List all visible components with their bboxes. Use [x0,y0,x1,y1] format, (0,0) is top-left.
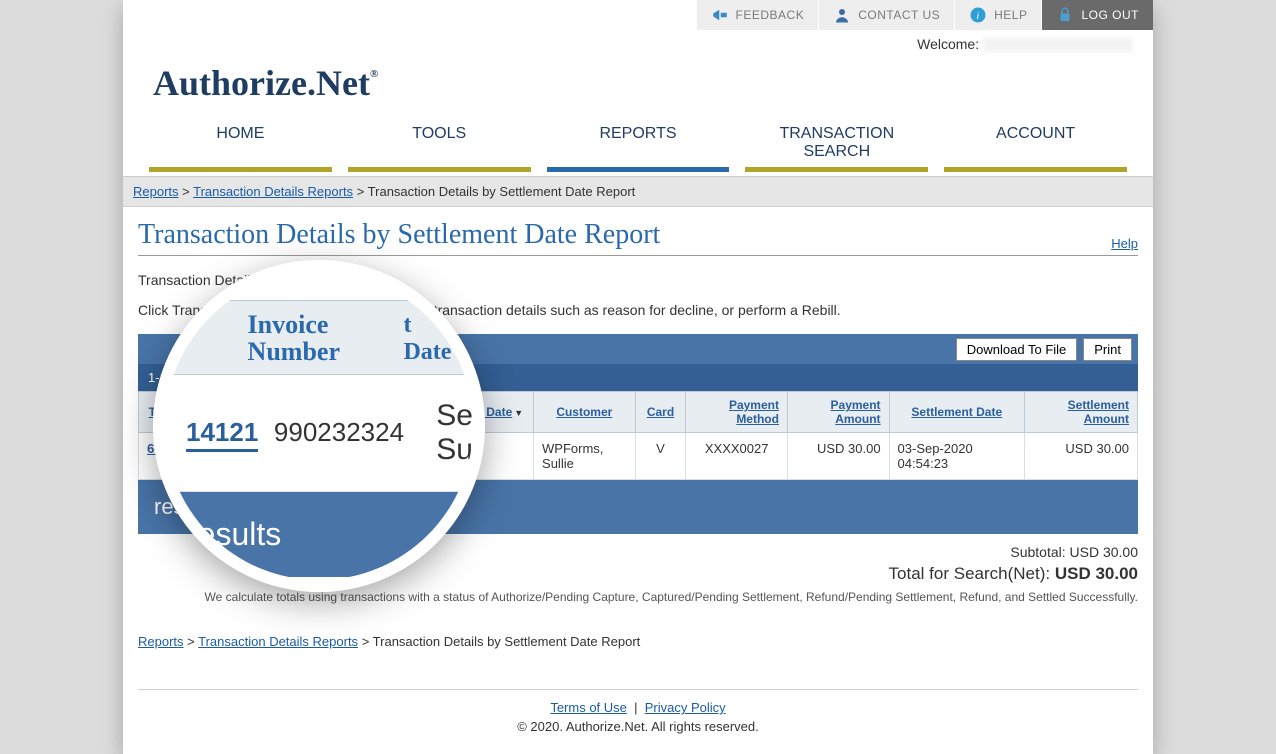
top-utility-bar: FEEDBACK CONTACT US i HELP LOG OUT [123,0,1153,30]
cell-settle-date: 03-Sep-2020 04:54:23 [889,433,1024,480]
welcome-line: Welcome: [123,30,1153,52]
terms-link[interactable]: Terms of Use [550,700,627,715]
cell-card: V [635,433,686,480]
help-label: HELP [994,8,1027,22]
mag-th-invoice: Invoice Number [248,311,404,366]
megaphone-icon [711,6,729,24]
col-settle-date[interactable]: Settlement Date [911,405,1002,419]
copyright: © 2020. Authorize.Net. All rights reserv… [138,719,1138,734]
breadcrumb-bottom: Reports > Transaction Details Reports > … [138,604,1138,659]
person-icon [833,6,851,24]
mag-trans-id[interactable]: 14121 [186,417,258,452]
nav-tools[interactable]: TOOLS [348,119,531,172]
cell-pay-method: XXXX0027 [686,433,788,480]
breadcrumb: Reports > Transaction Details Reports > … [123,176,1153,207]
breadcrumb-current: Transaction Details by Settlement Date R… [373,634,641,649]
print-button[interactable]: Print [1083,338,1132,361]
nav-reports[interactable]: REPORTS [547,119,730,172]
breadcrumb-reports[interactable]: Reports [138,634,184,649]
breadcrumb-sep: > [362,634,370,649]
magnifier-content: Invoice Number t Date▼ 14121 990232324 S… [165,272,473,580]
breadcrumb-reports[interactable]: Reports [133,184,179,199]
col-card[interactable]: Card [647,405,674,419]
registered-icon: ® [370,68,378,80]
logout-button[interactable]: LOG OUT [1041,0,1153,30]
nav-transaction-search[interactable]: TRANSACTION SEARCH [745,119,928,172]
col-pay-method[interactable]: Payment Method [729,398,779,426]
subtotal-label: Subtotal: [1010,544,1065,560]
info-icon: i [969,6,987,24]
nav-account[interactable]: ACCOUNT [944,119,1127,172]
breadcrumb-tdr[interactable]: Transaction Details Reports [193,184,353,199]
privacy-link[interactable]: Privacy Policy [645,700,726,715]
username-redacted [983,38,1133,52]
mag-invoice: 990232324 [274,417,436,448]
help-button[interactable]: i HELP [954,0,1041,30]
logout-label: LOG OUT [1081,8,1139,22]
col-pay-amount[interactable]: Payment Amount [831,398,881,426]
welcome-label: Welcome: [917,36,979,52]
title-row: Transaction Details by Settlement Date R… [138,207,1138,256]
net-value: USD 30.00 [1055,564,1138,583]
contact-us-button[interactable]: CONTACT US [818,0,954,30]
breadcrumb-sep: > [182,184,190,199]
download-button[interactable]: Download To File [956,338,1077,361]
cell-pay-amount: USD 30.00 [787,433,889,480]
calc-note: We calculate totals using transactions w… [138,590,1138,604]
footer-separator [138,689,1138,690]
cell-customer: WPForms, Sullie [534,433,636,480]
mag-status: Se Su [436,399,473,467]
lock-icon [1056,6,1074,24]
subtotal-value: USD 30.00 [1070,544,1138,560]
page: FEEDBACK CONTACT US i HELP LOG OUT Welco… [123,0,1153,754]
main-nav: HOME TOOLS REPORTS TRANSACTION SEARCH AC… [123,119,1153,176]
page-title: Transaction Details by Settlement Date R… [138,219,660,251]
help-link[interactable]: Help [1111,236,1138,251]
contact-label: CONTACT US [858,8,940,22]
breadcrumb-tdr[interactable]: Transaction Details Reports [198,634,358,649]
net-label: Total for Search(Net): [889,564,1051,583]
breadcrumb-sep: > [357,184,365,199]
logo-text: Authorize.Net® [153,62,1153,104]
magnifier-overlay: Invoice Number t Date▼ 14121 990232324 S… [153,260,485,592]
feedback-button[interactable]: FEEDBACK [696,0,819,30]
cell-settle-amount: USD 30.00 [1025,433,1138,480]
breadcrumb-sep: > [187,634,195,649]
logo-label: Authorize.Net [153,62,370,104]
nav-home[interactable]: HOME [149,119,332,172]
col-settle-amount[interactable]: Settlement Amount [1068,398,1129,426]
logo: Authorize.Net® [123,52,1153,119]
svg-text:i: i [976,11,979,22]
col-customer[interactable]: Customer [556,405,612,419]
breadcrumb-current: Transaction Details by Settlement Date R… [368,184,636,199]
footer: Terms of Use | Privacy Policy © 2020. Au… [138,700,1138,734]
sort-desc-icon: ▼ [514,408,523,418]
feedback-label: FEEDBACK [736,8,805,22]
